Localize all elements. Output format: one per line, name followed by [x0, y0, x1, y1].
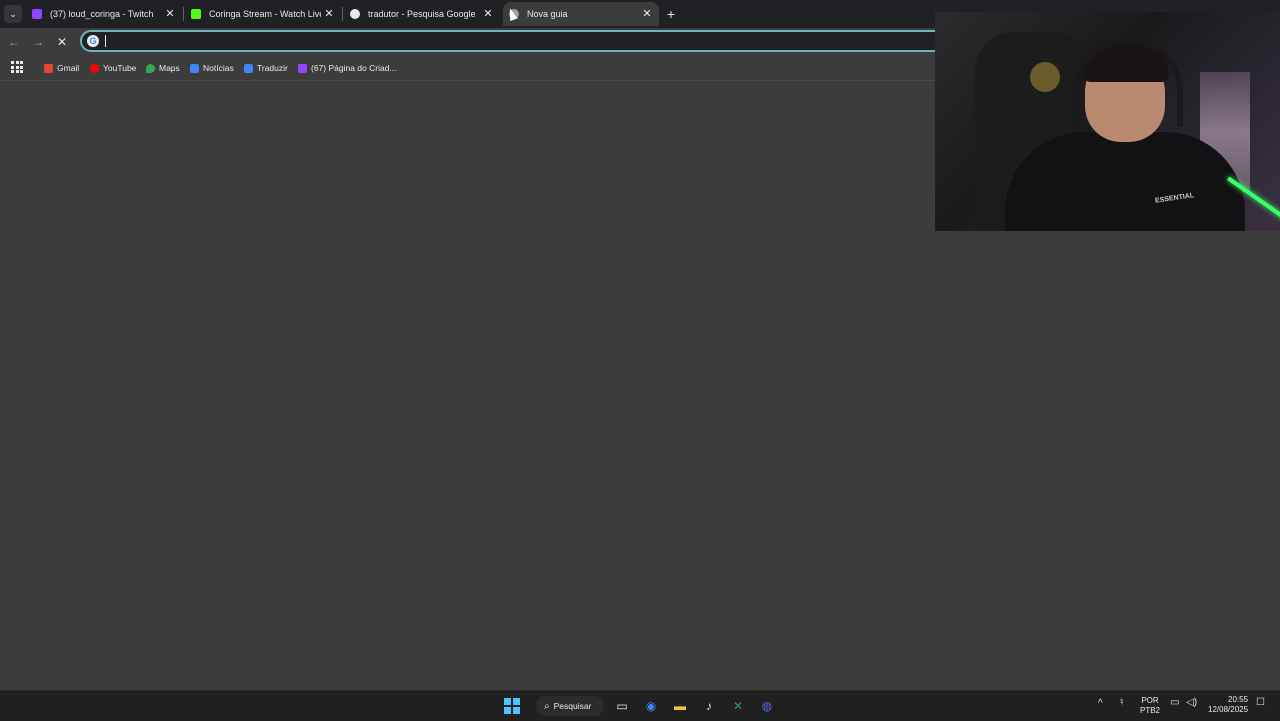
tab-new-tab[interactable]: Nova guia ✕ — [503, 2, 659, 26]
kick-icon — [191, 9, 201, 19]
stop-button[interactable]: ✕ — [53, 33, 71, 51]
address-input[interactable] — [104, 33, 928, 51]
tab-title: Nova guia — [527, 9, 568, 19]
tab-separator — [342, 7, 343, 21]
arrow-left-icon: ← — [8, 35, 20, 49]
clock[interactable]: 20:55 12/08/2025 — [1208, 695, 1248, 715]
microphone-icon[interactable]: ♮ — [1120, 698, 1124, 708]
new-tab-button[interactable]: + — [662, 5, 680, 23]
tab-title: tradutor - Pesquisa Google — [368, 9, 476, 19]
tab-title: (37) loud_coringa - Twitch — [50, 9, 154, 19]
chevron-down-icon: ⌄ — [9, 9, 17, 19]
search-icon: ⌕ — [544, 700, 550, 712]
bookmark-gmail[interactable]: Gmail — [44, 60, 79, 76]
webcam-overlay: ESSENTIAL — [935, 12, 1280, 231]
apps-grid-icon[interactable] — [11, 61, 23, 73]
bookmark-label: Gmail — [57, 63, 80, 73]
close-icon[interactable]: ✕ — [482, 8, 494, 20]
translate-icon — [244, 63, 253, 73]
bookmark-creator-page[interactable]: (67) Página do Criad... — [298, 60, 397, 76]
close-icon[interactable]: ✕ — [164, 8, 176, 20]
tab-twitch[interactable]: (37) loud_coringa - Twitch ✕ — [26, 2, 182, 26]
google-icon — [350, 9, 360, 19]
language-indicator[interactable]: POR PTB2 — [1140, 696, 1160, 716]
tab-title: Coringa Stream - Watch Live on — [209, 9, 321, 19]
tab-search-button[interactable]: ⌄ — [4, 5, 22, 23]
news-icon — [190, 63, 199, 73]
notifications-icon[interactable]: ☐ — [1256, 698, 1265, 708]
taskbar-search[interactable]: ⌕ Pesquisar — [536, 696, 604, 716]
close-icon[interactable]: ✕ — [323, 8, 335, 20]
bookmark-youtube[interactable]: YouTube — [90, 60, 136, 76]
tab-kick[interactable]: Coringa Stream - Watch Live on ✕ — [185, 2, 341, 26]
tiktok-icon[interactable]: ♪ — [700, 697, 718, 715]
arrow-right-icon: → — [32, 35, 44, 49]
chevron-up-icon[interactable]: ^ — [1098, 699, 1103, 709]
language-code: POR — [1141, 696, 1159, 705]
tab-google[interactable]: tradutor - Pesquisa Google ✕ — [344, 2, 500, 26]
volume-icon[interactable]: ◁) — [1186, 698, 1197, 708]
google-icon: G — [87, 35, 99, 47]
hoodie — [1005, 132, 1245, 231]
bookmark-label: YouTube — [103, 63, 137, 73]
maps-pin-icon — [146, 63, 155, 73]
windows-start-icon[interactable] — [504, 698, 520, 714]
bookmark-maps[interactable]: Maps — [146, 60, 180, 76]
close-icon: ✕ — [56, 35, 68, 49]
search-label: Pesquisar — [553, 701, 592, 711]
close-icon[interactable]: ✕ — [641, 8, 653, 20]
bookmark-label: Notícias — [203, 63, 234, 73]
excel-icon[interactable]: ✕ — [729, 697, 747, 715]
keyboard-layout: PTB2 — [1140, 706, 1161, 715]
network-icon[interactable]: ▭ — [1170, 698, 1179, 708]
clock-date: 12/08/2025 — [1208, 705, 1249, 714]
tab-separator — [183, 7, 184, 21]
gmail-icon — [44, 63, 53, 73]
youtube-icon — [90, 63, 99, 73]
task-view-icon[interactable]: ▭ — [613, 697, 631, 715]
twitch-icon — [32, 9, 42, 19]
bookmark-label: Maps — [159, 63, 180, 73]
bookmark-label: Traduzir — [257, 63, 288, 73]
chrome-icon[interactable]: ◉ — [642, 697, 660, 715]
bookmark-translate[interactable]: Traduzir — [244, 60, 288, 76]
address-bar[interactable]: G — [80, 30, 950, 52]
bookmark-label: (67) Página do Criad... — [311, 63, 397, 73]
twitch-icon — [298, 63, 307, 73]
discord-icon[interactable]: ◍ — [758, 697, 776, 715]
back-button[interactable]: ← — [5, 33, 23, 51]
taskbar: ⌕ Pesquisar ▭ ◉ ▬ ♪ ✕ ◍ ^ ♮ POR PTB2 ▭ ◁… — [0, 690, 1280, 721]
chair-logo — [1030, 62, 1060, 92]
bookmark-news[interactable]: Notícias — [190, 60, 234, 76]
forward-button[interactable]: → — [29, 33, 47, 51]
file-explorer-icon[interactable]: ▬ — [671, 697, 689, 715]
clock-time: 20:55 — [1228, 695, 1249, 704]
headset — [1073, 37, 1183, 127]
